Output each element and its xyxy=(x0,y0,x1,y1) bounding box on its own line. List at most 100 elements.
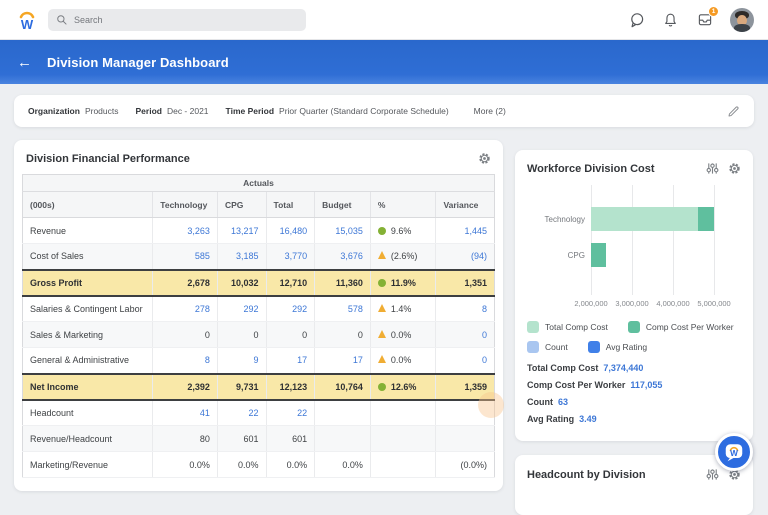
filter-item[interactable]: Time PeriodPrior Quarter (Standard Corpo… xyxy=(226,106,449,116)
value-cell: 578 xyxy=(315,296,371,322)
status-warning-icon xyxy=(378,304,386,312)
category-label: CPG xyxy=(527,251,585,260)
row-label: Net Income xyxy=(23,374,153,400)
drill-link[interactable]: 15,035 xyxy=(335,226,363,236)
value-cell: 3,770 xyxy=(266,244,315,270)
drill-link[interactable]: 13,217 xyxy=(231,226,259,236)
table-row: Marketing/Revenue0.0%0.0%0.0%0.0%(0.0%) xyxy=(23,452,495,478)
stat-value-link[interactable]: 117,055 xyxy=(630,380,662,390)
drill-link[interactable]: 22 xyxy=(249,408,259,418)
row-label: Headcount xyxy=(23,400,153,426)
value-cell: 8 xyxy=(153,348,218,374)
stat-row: Total Comp Cost7,374,440 xyxy=(527,363,741,373)
chart-settings-sliders-icon[interactable] xyxy=(706,162,719,175)
x-tick-label: 4,000,000 xyxy=(656,299,689,308)
chart-plot-area xyxy=(591,185,737,295)
value-cell: 11,360 xyxy=(315,270,371,296)
value-cell: 17 xyxy=(315,348,371,374)
value-cell: 0 xyxy=(153,322,218,348)
gear-icon[interactable] xyxy=(478,152,491,165)
drill-link[interactable]: 0 xyxy=(482,330,487,340)
back-button[interactable]: ← xyxy=(17,55,32,70)
table-row: Salaries & Contingent Labor2782922925781… xyxy=(23,296,495,322)
drill-link[interactable]: 8 xyxy=(205,355,210,365)
drill-link[interactable]: 3,676 xyxy=(340,251,363,261)
notifications-bell-icon[interactable] xyxy=(662,11,679,28)
value-cell: 41 xyxy=(153,400,218,426)
drill-link[interactable]: 585 xyxy=(195,251,210,261)
search-icon xyxy=(56,14,68,26)
stat-value-link[interactable]: 7,374,440 xyxy=(603,363,643,373)
drill-link[interactable]: 3,770 xyxy=(285,251,308,261)
chat-icon[interactable] xyxy=(628,11,645,28)
drill-link[interactable]: 3,263 xyxy=(187,226,210,236)
filter-item[interactable]: PeriodDec - 2021 xyxy=(136,106,209,116)
financial-table: Actuals (000s)TechnologyCPGTotalBudget%V… xyxy=(22,174,495,478)
drill-link[interactable]: 278 xyxy=(195,304,210,314)
chart-settings-sliders-icon[interactable] xyxy=(706,468,719,481)
drill-link[interactable]: 3,185 xyxy=(236,251,259,261)
drill-link[interactable]: 578 xyxy=(348,304,363,314)
value-cell: 9,731 xyxy=(217,374,266,400)
variance-cell: (94) xyxy=(436,244,495,270)
row-label: Gross Profit xyxy=(23,270,153,296)
search-input[interactable]: Search xyxy=(48,9,306,31)
percent-cell: 12.6% xyxy=(370,374,436,400)
page-header: ← Division Manager Dashboard xyxy=(0,40,768,84)
table-row: Headcount 41 22 22 xyxy=(23,400,495,426)
variance-cell: 1,445 xyxy=(436,218,495,244)
legend-swatch xyxy=(527,321,539,333)
stat-value-link[interactable]: 63 xyxy=(558,397,568,407)
variance-cell: 8 xyxy=(436,296,495,322)
drill-link[interactable]: 1,445 xyxy=(464,226,487,236)
drill-link[interactable]: 8 xyxy=(482,304,487,314)
value-cell: 601 xyxy=(217,426,266,452)
x-tick-label: 2,000,000 xyxy=(574,299,607,308)
drill-link[interactable]: 17 xyxy=(353,355,363,365)
financial-performance-card: Division Financial Performance Actuals (… xyxy=(14,140,503,491)
row-label: Sales & Marketing xyxy=(23,322,153,348)
legend-item[interactable]: Comp Cost Per Worker xyxy=(628,321,734,333)
drill-link[interactable]: 22 xyxy=(297,408,307,418)
workday-assistant-button[interactable]: W xyxy=(715,433,753,471)
column-header: % xyxy=(370,192,436,218)
drill-link[interactable]: 292 xyxy=(244,304,259,314)
value-cell: 16,480 xyxy=(266,218,315,244)
percent-cell xyxy=(370,452,436,478)
variance-cell: 0 xyxy=(436,348,495,374)
row-label: Salaries & Contingent Labor xyxy=(23,296,153,322)
value-cell: 10,764 xyxy=(315,374,371,400)
more-filters-link[interactable]: More (2) xyxy=(474,106,506,116)
drill-link[interactable]: 9 xyxy=(254,355,259,365)
table-group-header: Actuals xyxy=(23,175,495,192)
bar-technology[interactable] xyxy=(591,207,714,231)
drill-link[interactable]: 17 xyxy=(297,355,307,365)
drill-link[interactable]: 0 xyxy=(482,355,487,365)
value-cell: 3,185 xyxy=(217,244,266,270)
value-cell: 601 xyxy=(266,426,315,452)
workday-logo[interactable]: W xyxy=(14,7,40,33)
svg-text:W: W xyxy=(21,17,34,32)
assistant-bubble-icon: W xyxy=(723,441,745,463)
inbox-icon[interactable]: 1 xyxy=(696,11,713,28)
stat-value-link[interactable]: 3.49 xyxy=(579,414,597,424)
column-header: Total xyxy=(266,192,315,218)
drill-link[interactable]: (94) xyxy=(471,251,487,261)
percent-cell: (2.6%) xyxy=(370,244,436,270)
column-header: CPG xyxy=(217,192,266,218)
drill-link[interactable]: 41 xyxy=(200,408,210,418)
drill-link[interactable]: 292 xyxy=(292,304,307,314)
drill-link[interactable]: 16,480 xyxy=(280,226,308,236)
filter-item[interactable]: OrganizationProducts xyxy=(28,106,119,116)
gear-icon[interactable] xyxy=(728,162,741,175)
legend-item[interactable]: Total Comp Cost xyxy=(527,321,608,333)
row-label: General & Administrative xyxy=(23,348,153,374)
value-cell: 22 xyxy=(217,400,266,426)
avatar[interactable] xyxy=(730,8,754,32)
legend-item[interactable]: Count xyxy=(527,341,568,353)
value-cell: 585 xyxy=(153,244,218,270)
bar-cpg[interactable] xyxy=(591,243,606,267)
value-cell: 278 xyxy=(153,296,218,322)
edit-filters-button[interactable] xyxy=(727,105,740,118)
legend-item[interactable]: Avg Rating xyxy=(588,341,647,353)
